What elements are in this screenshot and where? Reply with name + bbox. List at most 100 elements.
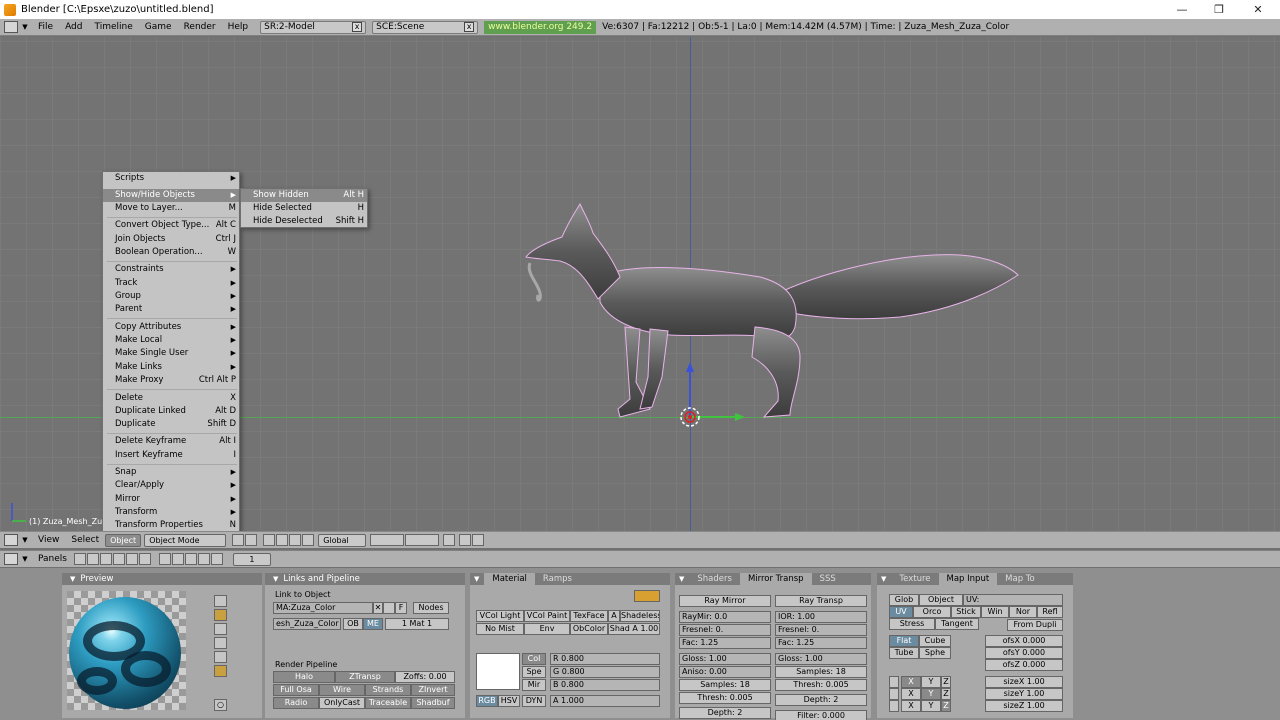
menu-item-insert-keyframe[interactable]: Insert Keyframe I — [103, 449, 239, 462]
world-icon[interactable] — [210, 553, 223, 565]
raymir-slider[interactable]: RayMir: 0.0 — [679, 611, 771, 623]
mirror-depth-field[interactable]: Depth: 2 — [679, 707, 771, 719]
map-y-x-button[interactable]: X — [901, 688, 921, 700]
object-coord-button[interactable]: Object — [919, 594, 963, 606]
render-icon[interactable] — [459, 534, 472, 546]
mode-selector[interactable]: Object Mode — [144, 533, 227, 547]
from-dupli-button[interactable]: From Dupli — [1007, 619, 1063, 631]
preview-sky-icon[interactable] — [214, 665, 227, 677]
red-slider[interactable]: R 0.800 — [550, 653, 660, 665]
orco-button[interactable]: Orco — [913, 606, 951, 618]
collapse-triangle-icon[interactable]: ▼ — [474, 575, 479, 583]
menu-item-move-to-layer[interactable]: Move to Layer... M — [103, 202, 239, 215]
shadeless-button[interactable]: Shadeless — [620, 610, 660, 622]
layers-row-1[interactable] — [370, 534, 405, 546]
zinvert-button[interactable]: ZInvert — [411, 684, 455, 696]
zoffs-field[interactable]: Zoffs: 0.00 — [395, 671, 455, 683]
menu-item-scripts[interactable]: Scripts ▶ — [103, 172, 239, 185]
tube-button[interactable]: Tube — [889, 647, 919, 659]
menu-item-show-hidden[interactable]: Show Hidden Alt H — [241, 189, 367, 202]
map-y-none-button[interactable] — [889, 688, 899, 700]
menu-item-delete-keyframe[interactable]: Delete Keyframe Alt I — [103, 435, 239, 448]
texface-alpha-button[interactable]: A — [608, 610, 620, 622]
texface-button[interactable]: TexFace — [570, 610, 608, 622]
copy-paste-material-icon[interactable] — [634, 590, 660, 602]
preview-flat-icon[interactable] — [214, 595, 227, 607]
menu-item-constraints[interactable]: Constraints ▶ — [103, 263, 239, 276]
menu-item-delete[interactable]: Delete X — [103, 392, 239, 405]
menu-item-mirror[interactable]: Mirror ▶ — [103, 493, 239, 506]
tab-map-to[interactable]: Map To — [997, 573, 1043, 585]
color-swatch[interactable] — [476, 653, 520, 690]
nodes-button[interactable]: Nodes — [413, 602, 449, 614]
tab-sss[interactable]: SSS — [812, 573, 844, 585]
vcol-light-button[interactable]: VCol Light — [476, 610, 524, 622]
frame-field[interactable]: 1 — [232, 552, 271, 566]
menu-item-boolean-operation[interactable]: Boolean Operation... W — [103, 246, 239, 259]
editor-type-icon[interactable] — [4, 553, 18, 565]
traceable-button[interactable]: Traceable — [365, 697, 411, 709]
fake-user-button[interactable]: F — [395, 602, 407, 614]
menu-render[interactable]: Render — [178, 22, 222, 32]
tab-material[interactable]: Material — [484, 573, 535, 585]
spe-button[interactable]: Spe — [522, 666, 546, 678]
script-icon[interactable] — [86, 553, 99, 565]
alpha-slider[interactable]: A 1.000 — [550, 695, 660, 707]
menu-item-hide-deselected[interactable]: Hide Deselected Shift H — [241, 215, 367, 228]
refl-button[interactable]: Refl — [1037, 606, 1063, 618]
map-x-y-button[interactable]: Y — [921, 676, 941, 688]
screen-selector[interactable]: SR:2-Model x — [260, 20, 367, 34]
vcol-paint-button[interactable]: VCol Paint — [524, 610, 570, 622]
uv-layer-field[interactable]: UV: — [963, 594, 1063, 606]
delete-screen-icon[interactable]: x — [352, 22, 363, 32]
tab-map-input[interactable]: Map Input — [938, 573, 998, 585]
obcolor-button[interactable]: ObColor — [570, 623, 608, 635]
editor-type-icon[interactable] — [4, 21, 18, 33]
material-icon[interactable] — [171, 553, 184, 565]
sphe-button[interactable]: Sphe — [919, 647, 951, 659]
shad-alpha-field[interactable]: Shad A 1.00 — [608, 623, 660, 635]
manipulator-rotate-icon[interactable] — [289, 534, 302, 546]
editing-icon[interactable] — [125, 553, 138, 565]
menu-item-make-local[interactable]: Make Local ▶ — [103, 334, 239, 347]
shading-icon[interactable] — [99, 553, 112, 565]
map-y-y-button[interactable]: Y — [921, 688, 941, 700]
collapse-triangle-icon[interactable]: ▼ — [18, 23, 32, 31]
object-icon[interactable] — [112, 553, 125, 565]
menu-item-track[interactable]: Track ▶ — [103, 277, 239, 290]
mirror-fresnel-slider[interactable]: Fresnel: 0. — [679, 624, 771, 636]
menu-item-clear-apply[interactable]: Clear/Apply ▶ — [103, 479, 239, 492]
preview-sphere-icon[interactable] — [214, 609, 227, 621]
preview-monkey-icon[interactable] — [214, 637, 227, 649]
collapse-triangle-icon[interactable]: ▼ — [18, 536, 32, 544]
cube-button[interactable]: Cube — [919, 635, 951, 647]
collapse-triangle-icon[interactable]: ▼ — [70, 575, 75, 583]
mirror-gloss-slider[interactable]: Gloss: 1.00 — [679, 653, 771, 665]
layers-row-2[interactable] — [405, 534, 440, 546]
ob-button[interactable]: OB — [343, 618, 363, 630]
win-button[interactable]: Win — [981, 606, 1009, 618]
menu-game[interactable]: Game — [139, 22, 178, 32]
flat-button[interactable]: Flat — [889, 635, 919, 647]
ior-slider[interactable]: IOR: 1.00 — [775, 611, 867, 623]
strands-button[interactable]: Strands — [365, 684, 411, 696]
collapse-triangle-icon[interactable]: ▼ — [273, 575, 278, 583]
full-osa-button[interactable]: Full Osa — [273, 684, 319, 696]
blender-url-link[interactable]: www.blender.org 249.2 — [484, 20, 597, 34]
green-slider[interactable]: G 0.800 — [550, 666, 660, 678]
stress-button[interactable]: Stress — [889, 618, 935, 630]
menu-item-transform[interactable]: Transform ▶ — [103, 506, 239, 519]
env-button[interactable]: Env — [524, 623, 570, 635]
menu-item-hide-selected[interactable]: Hide Selected H — [241, 202, 367, 215]
map-x-none-button[interactable] — [889, 676, 899, 688]
maximize-button[interactable]: ❐ — [1201, 0, 1237, 19]
mirror-fac-slider[interactable]: Fac: 1.25 — [679, 637, 771, 649]
lamp-icon[interactable] — [158, 553, 171, 565]
transp-fresnel-slider[interactable]: Fresnel: 0. — [775, 624, 867, 636]
mir-button[interactable]: Mir — [522, 679, 546, 691]
orientation-selector[interactable]: Global — [318, 533, 367, 547]
menu-item-make-proxy[interactable]: Make Proxy Ctrl Alt P — [103, 374, 239, 387]
tangent-button[interactable]: Tangent — [935, 618, 979, 630]
menu-item-snap[interactable]: Snap ▶ — [103, 466, 239, 479]
nor-button[interactable]: Nor — [1009, 606, 1037, 618]
